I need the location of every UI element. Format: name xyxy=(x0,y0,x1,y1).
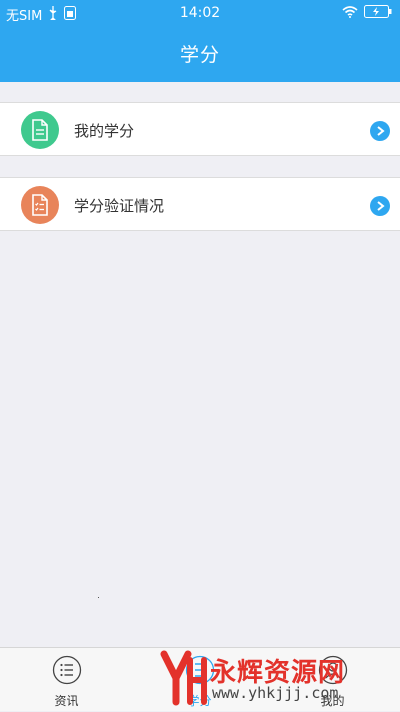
nav-bar: 学分 xyxy=(0,26,400,82)
tab-bar: 资讯 学分 我的 xyxy=(0,647,400,711)
tab-news[interactable]: 资讯 xyxy=(0,648,133,712)
wifi-icon xyxy=(342,5,358,22)
menu-item-label: 学分验证情况 xyxy=(74,197,165,215)
menu-item-label: 我的学分 xyxy=(74,122,135,140)
status-bar: 无SIM 14:02 xyxy=(0,0,400,26)
document-icon xyxy=(21,111,59,149)
tab-label: 学分 xyxy=(187,694,212,708)
page-title: 学分 xyxy=(179,44,220,66)
chevron-right-icon xyxy=(370,196,390,216)
profile-icon xyxy=(318,655,348,685)
tab-credits[interactable]: 学分 xyxy=(133,648,266,712)
chevron-right-icon xyxy=(370,121,390,141)
tab-label: 资讯 xyxy=(54,694,79,708)
stray-dot xyxy=(98,597,99,598)
tab-label: 我的 xyxy=(320,694,345,708)
menu-item-credit-verification[interactable]: 学分验证情况 xyxy=(0,177,400,231)
status-time: 14:02 xyxy=(179,5,221,21)
status-bar-right xyxy=(342,5,392,22)
battery-charging-icon xyxy=(364,5,392,22)
list-icon xyxy=(52,655,82,685)
checklist-document-icon xyxy=(21,186,59,224)
menu-item-my-credits[interactable]: 我的学分 xyxy=(0,102,400,156)
credit-icon xyxy=(185,655,215,685)
tab-mine[interactable]: 我的 xyxy=(266,648,399,712)
